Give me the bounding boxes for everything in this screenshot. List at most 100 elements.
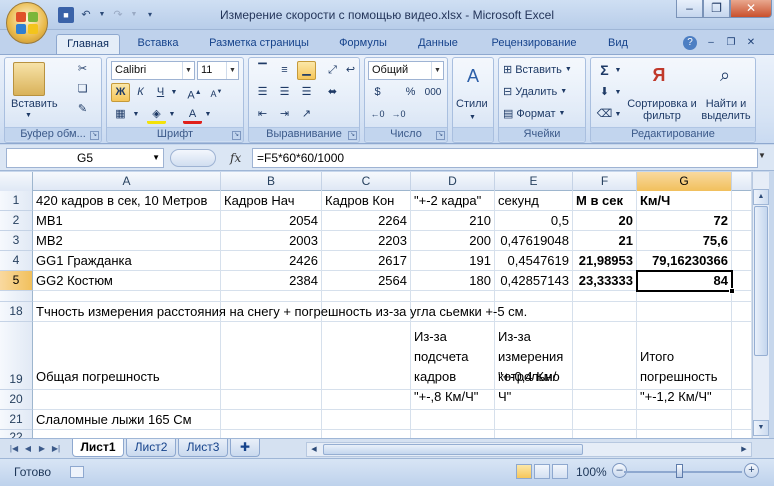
cell-partial-h21[interactable] [732,410,752,430]
wrap-text-icon[interactable]: ↩ [341,61,360,80]
align-left-icon[interactable]: ☰ [253,83,272,102]
prev-sheet-icon[interactable]: ◀ [22,442,34,455]
chevron-down-icon[interactable]: ▼ [431,62,443,79]
row-header-21[interactable]: 21 [0,410,33,430]
borders-dropdown-icon[interactable]: ▼ [131,105,141,124]
cell-a20[interactable] [33,390,221,410]
cell-a21[interactable]: Слаломные лыжи 165 См [33,410,221,430]
cell-f3[interactable]: 21 [573,231,637,251]
insert-cells-button[interactable]: ⊞ Вставить ▼ [503,63,572,77]
cell-partial-h3[interactable] [732,231,752,251]
normal-view-icon[interactable] [516,464,532,479]
thousands-button[interactable]: 000 [421,83,445,102]
tab-formulas[interactable]: Формулы [328,34,398,54]
clear-icon[interactable]: ⌫ [595,105,614,124]
bold-button[interactable]: Ж [111,83,130,102]
decrease-decimal-icon[interactable]: →0 [389,105,408,124]
styles-button[interactable]: Стили [456,98,488,110]
cell-e22[interactable] [495,430,573,438]
align-bottom-icon[interactable]: ▁ [297,61,316,80]
cell-a4[interactable]: GG1 Гражданка [33,251,221,271]
paste-button[interactable]: Вставить [11,98,58,110]
cell-b3[interactable]: 2003 [221,231,322,251]
zoom-in-button[interactable]: + [744,463,759,478]
ribbon-minimize-icon[interactable]: – [704,36,718,50]
number-launcher-icon[interactable]: ↘ [436,131,445,140]
cell-g5[interactable]: 84 [637,271,732,291]
fill-dropdown-icon[interactable]: ▼ [613,83,623,102]
column-header-d[interactable]: D [411,172,495,191]
cell-a5[interactable]: GG2 Костюм [33,271,221,291]
cell-partial-h22[interactable] [732,430,752,438]
cell-c19[interactable] [322,322,411,390]
alignment-launcher-icon[interactable]: ↘ [348,131,357,140]
name-box[interactable]: G5 ▼ [6,148,164,168]
cell-d4[interactable]: 191 [411,251,495,271]
cell-d5[interactable]: 180 [411,271,495,291]
find-select-icon[interactable]: ⌕ [711,60,739,90]
chevron-down-icon[interactable]: ▼ [182,62,194,79]
percent-button[interactable]: % [401,83,420,102]
cell-c4[interactable]: 2617 [322,251,411,271]
cell-partial-h20[interactable] [732,390,752,410]
shrink-font-icon[interactable]: A▼ [207,83,226,102]
cell-d19[interactable]: Из-за подсчета кадров [411,322,495,390]
fill-color-dropdown-icon[interactable]: ▼ [167,105,177,124]
cell-c17[interactable] [322,291,411,302]
row-header-17[interactable]: 17 [0,291,33,302]
cell-a22[interactable] [33,430,221,438]
cell-e17[interactable] [495,291,573,302]
cell-e1[interactable]: секунд [495,191,573,211]
cell-partial-h4[interactable] [732,251,752,271]
cell-f22[interactable] [573,430,637,438]
cell-g22[interactable] [637,430,732,438]
cell-a17[interactable] [33,291,221,302]
cell-partial-h17[interactable] [732,291,752,302]
cell-f21[interactable] [573,410,637,430]
first-sheet-icon[interactable]: |◀ [8,442,20,455]
borders-icon[interactable]: ▦ [111,105,130,124]
cell-f1[interactable]: М в сек [573,191,637,211]
cell-partial-h1[interactable] [732,191,752,211]
cell-partial-h19[interactable] [732,322,752,390]
cell-g2[interactable]: 72 [637,211,732,231]
cut-icon[interactable]: ✂ [73,60,92,79]
scroll-left-icon[interactable]: ◀ [307,443,321,456]
scroll-up-icon[interactable]: ▲ [753,189,769,205]
cell-partial-h2[interactable] [732,211,752,231]
cell-c22[interactable] [322,430,411,438]
clipboard-launcher-icon[interactable]: ↘ [90,131,99,140]
cell-d22[interactable] [411,430,495,438]
font-size-input[interactable]: 11 ▼ [197,61,239,80]
cell-g20[interactable]: "+-1,2 Км/Ч" [637,389,732,410]
scroll-right-icon[interactable]: ▶ [737,443,751,456]
align-middle-icon[interactable]: ≡ [275,61,294,80]
cell-c5[interactable]: 2564 [322,271,411,291]
cell-c2[interactable]: 2264 [322,211,411,231]
font-launcher-icon[interactable]: ↘ [232,131,241,140]
cell-e4[interactable]: 0,4547619 [495,251,573,271]
cell-b20[interactable] [221,390,322,410]
restore-button[interactable]: ❐ [703,0,730,18]
sheet-tab-3[interactable]: Лист3 [178,439,228,457]
find-select-button[interactable]: Найти и выделить [699,98,753,122]
text-direction-icon[interactable]: ↗ [297,105,316,124]
cell-c1[interactable]: Кадров Кон [322,191,411,211]
column-header-f[interactable]: F [573,172,637,191]
horizontal-scroll-thumb[interactable] [323,444,583,455]
italic-button[interactable]: К [131,83,150,102]
cell-b1[interactable]: Кадров Нач [221,191,322,211]
scroll-down-icon[interactable]: ▼ [753,420,769,436]
row-header-18[interactable]: 18 [0,302,33,322]
row-header-19[interactable]: 19 [0,322,33,390]
cell-f5[interactable]: 23,33333 [573,271,637,291]
insert-function-button[interactable]: fx [230,151,241,165]
expand-formula-bar-icon[interactable]: ▼ [758,151,766,160]
align-center-icon[interactable]: ☰ [275,83,294,102]
cell-f18[interactable] [573,302,637,322]
copy-icon[interactable]: ❏ [73,80,92,99]
cell-a18[interactable]: Тчность измерения расстояния на снегу + … [33,302,527,322]
cell-g19[interactable]: Итого погрешность [637,322,732,390]
cell-b2[interactable]: 2054 [221,211,322,231]
row-header-5[interactable]: 5 [0,271,33,291]
